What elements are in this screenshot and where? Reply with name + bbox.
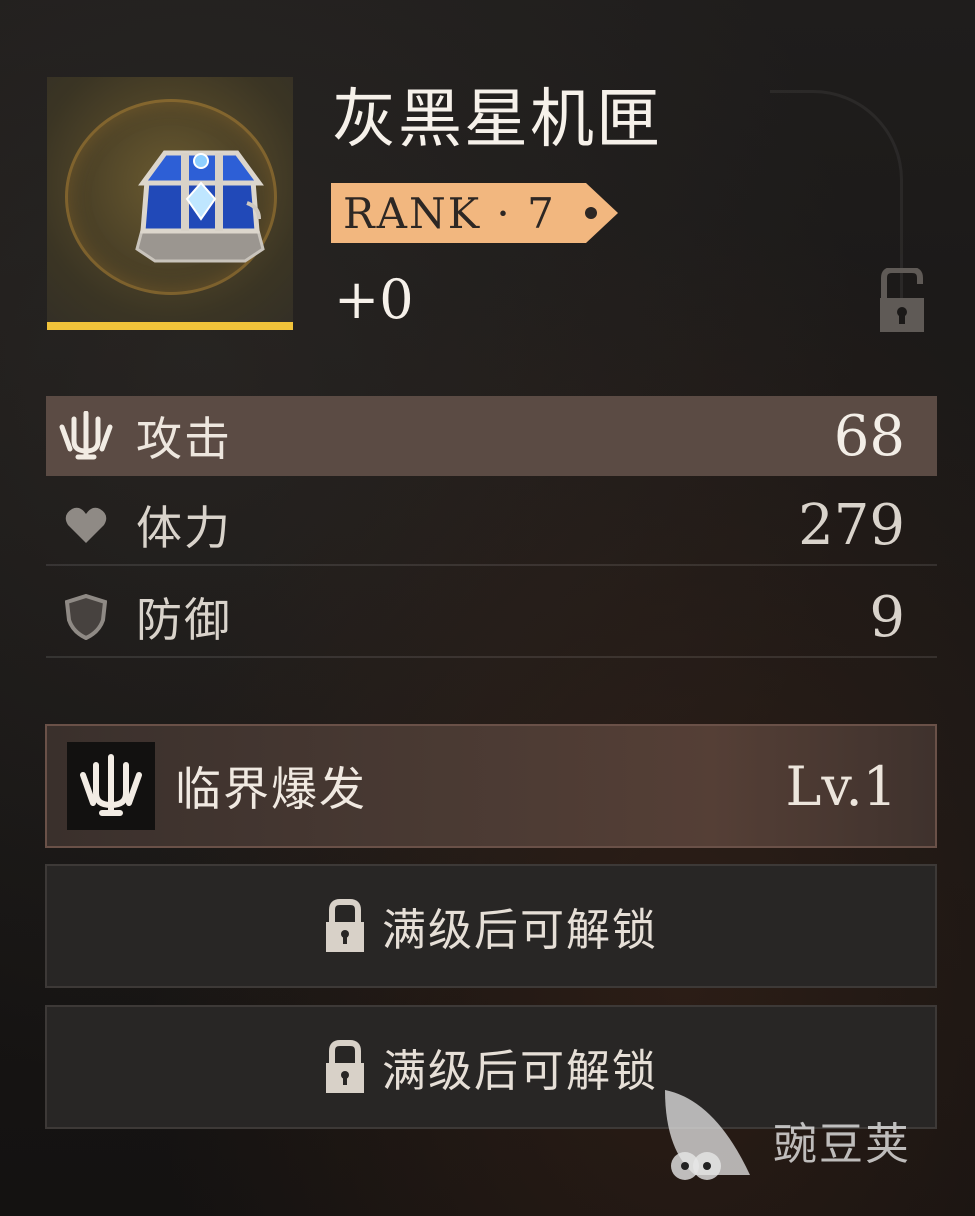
unlock-icon	[880, 267, 924, 332]
locked-slot-label: 满级后可解锁	[382, 905, 658, 956]
skill-level: Lv.1	[785, 754, 897, 818]
skill-card[interactable]: 临界爆发 Lv.1	[45, 724, 937, 848]
trident-icon	[80, 754, 142, 816]
stat-row-attack: 攻击 68	[46, 396, 937, 476]
lock-icon	[326, 899, 364, 952]
stat-row-defense: 防御 9	[46, 578, 937, 658]
watermark: 豌豆荚	[655, 1080, 955, 1190]
watermark-text: 豌豆荚	[773, 1119, 911, 1170]
item-icon-frame	[47, 77, 293, 330]
trident-icon	[46, 411, 126, 461]
lock-toggle-button[interactable]	[878, 267, 926, 334]
treasure-chest-icon	[135, 150, 265, 263]
locked-slot-label: 满级后可解锁	[382, 1046, 658, 1097]
stat-label: 防御	[136, 593, 232, 647]
rank-label: RANK · 7	[331, 183, 586, 243]
rank-badge-dot	[585, 207, 597, 219]
enhance-level: +0	[334, 268, 414, 331]
stat-value: 9	[869, 584, 905, 650]
watermark-logo-icon	[665, 1090, 750, 1180]
stat-row-hp: 体力 279	[46, 486, 937, 566]
skill-icon	[67, 742, 155, 830]
item-name: 灰黑星机匣	[332, 83, 662, 157]
locked-skill-slot[interactable]: 满级后可解锁	[45, 864, 937, 988]
lock-icon	[326, 1040, 364, 1093]
rank-badge: RANK · 7	[331, 183, 618, 243]
skill-name: 临界爆发	[175, 762, 367, 816]
stat-label: 体力	[136, 501, 232, 555]
stat-value: 68	[833, 403, 905, 469]
heart-icon	[46, 505, 126, 545]
rarity-bar	[47, 322, 293, 330]
shield-icon	[46, 594, 126, 640]
stat-label: 攻击	[136, 412, 232, 466]
equipment-detail-panel: 灰黑星机匣 RANK · 7 +0 攻击 68 体力 279 防御 9 临界爆发…	[0, 0, 975, 1216]
stat-value: 279	[798, 492, 905, 558]
